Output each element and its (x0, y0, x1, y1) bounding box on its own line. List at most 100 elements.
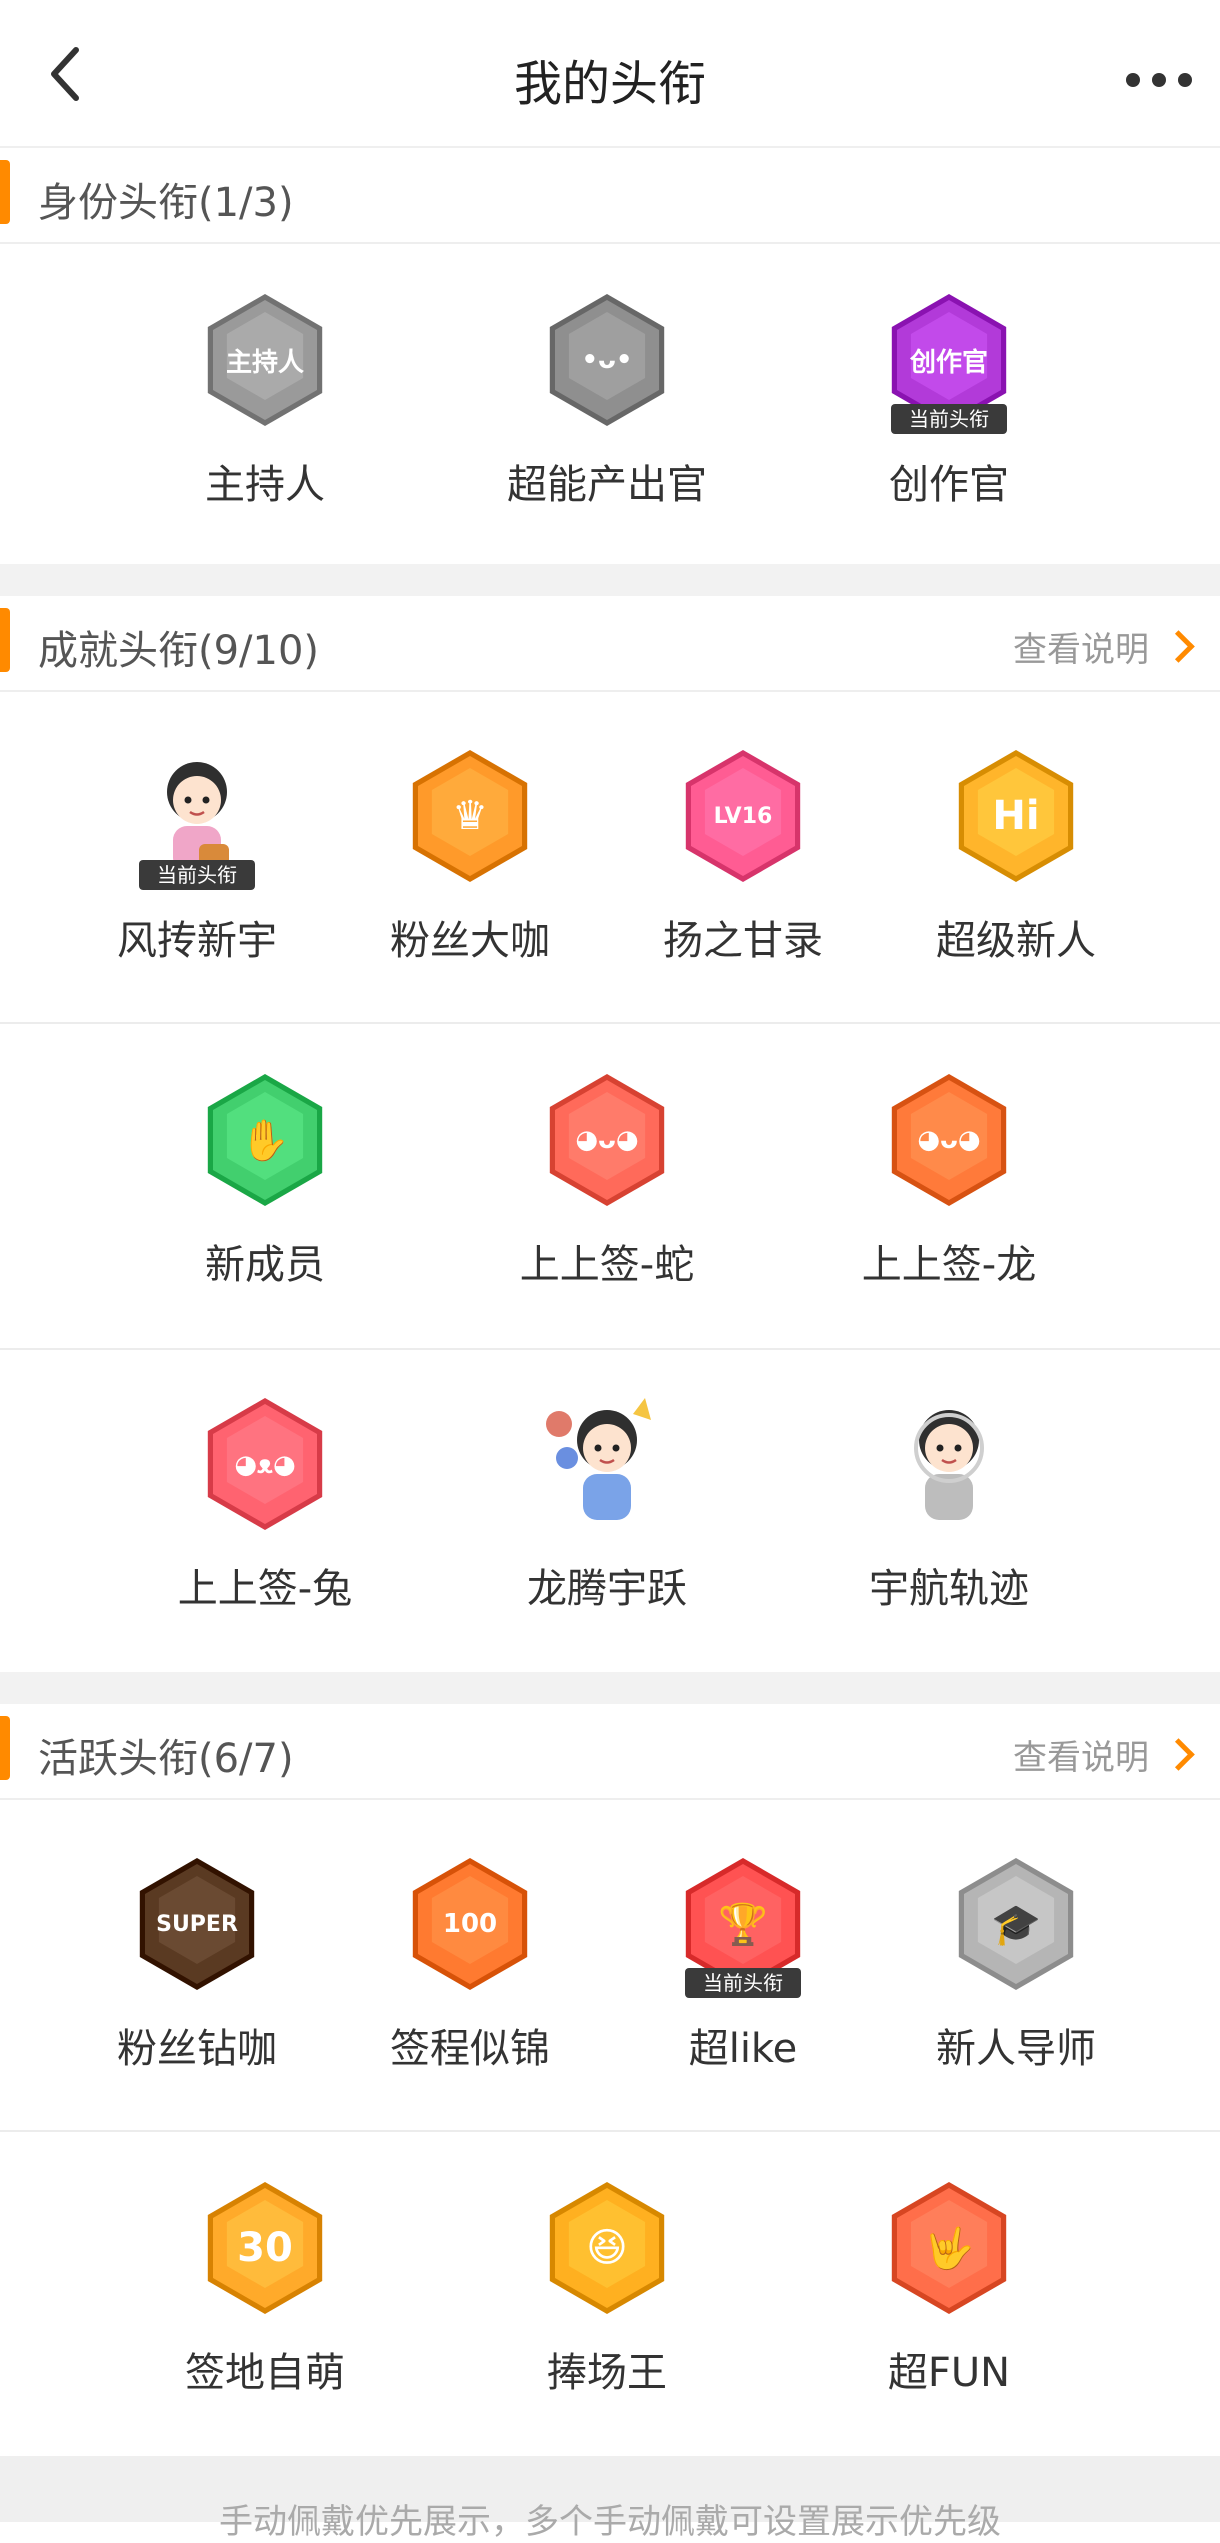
badge-glyph: Hi (992, 793, 1040, 839)
badge-glyph: ♛ (452, 793, 488, 839)
badge-glyph: 100 (442, 1909, 498, 1939)
title-badge-item[interactable]: Hi 超级新人 (896, 746, 1136, 966)
badge-glyph: 😆 (586, 2225, 628, 2271)
badge-glyph: •ᴗ• (581, 345, 633, 375)
title-badge-name: 风抟新宇 (117, 918, 277, 964)
title-badge-name: 新成员 (205, 1242, 325, 1288)
title-badge-name: 签程似锦 (390, 2026, 550, 2072)
title-badge-name: 新人导师 (936, 2026, 1096, 2072)
title-badge-name: 粉丝钻咖 (117, 2026, 277, 2072)
title-badge-name: 签地自萌 (185, 2350, 345, 2396)
title-badge-item[interactable]: 创作官 当前头衔创作官 (829, 290, 1069, 510)
chevron-right-icon (1162, 1738, 1195, 1771)
title-badge-item[interactable]: 龙腾宇跃 (487, 1394, 727, 1614)
creator-icon: 创作官 当前头衔 (879, 290, 1019, 434)
title-badge-item[interactable]: ◕ᴗ◕ 上上签-龙 (829, 1070, 1069, 1290)
badge-glyph: 主持人 (225, 347, 304, 378)
title-badge-item[interactable]: LV16 扬之甘录 (623, 746, 863, 966)
hand-icon: ✋ (195, 1070, 335, 1210)
badge-glyph: 🎓 (991, 1901, 1041, 1948)
title-badge-name: 龙腾宇跃 (527, 1566, 687, 1612)
title-badge-item[interactable]: 🤟 超FUN (829, 2178, 1069, 2398)
more-dot-icon (1126, 73, 1140, 87)
title-badge-name: 创作官 (889, 462, 1009, 508)
section-accent-bar (0, 608, 10, 672)
rock-hand-icon: 🤟 (879, 2178, 1019, 2318)
title-badge-item[interactable]: 宇航轨迹 (829, 1394, 1069, 1614)
title-badge-name: 上上签-蛇 (519, 1242, 695, 1288)
title-badge-name: 捧场王 (547, 2350, 667, 2396)
view-explanation-link[interactable]: 查看说明 (1013, 1730, 1196, 1779)
section-gap (0, 1672, 1220, 1704)
more-dot-icon (1178, 73, 1192, 87)
super-crown-icon: SUPER (127, 1854, 267, 1994)
title-badge-item[interactable]: 🎓 新人导师 (896, 1854, 1136, 2074)
rabbit-icon: ◕ᴥ◕ (195, 1394, 335, 1534)
birthday-boy-icon (537, 1394, 677, 1534)
section-header-activity: 活跃头衔(6/7) 查看说明 (0, 1704, 1220, 1800)
section-title: 成就头衔(9/10) (38, 628, 320, 674)
title-badge-name: 主持人 (205, 462, 325, 508)
trophy-icon: 🏆 当前头衔 (673, 1854, 813, 1998)
title-badge-name: 超FUN (887, 2350, 1011, 2396)
view-explanation-link[interactable]: 查看说明 (1013, 622, 1196, 671)
title-badge-item[interactable]: ◕ᴗ◕ 上上签-蛇 (487, 1070, 727, 1290)
title-badge-item[interactable]: 😆 捧场王 (487, 2178, 727, 2398)
title-badge-item[interactable]: ✋ 新成员 (145, 1070, 385, 1290)
footer-text: 手动佩戴优先展示，多个手动佩戴可设置展示优先级 (219, 2502, 1001, 2542)
row-divider (0, 1348, 1220, 1350)
astronaut-icon (879, 1394, 1019, 1534)
hi-icon: Hi (946, 746, 1086, 886)
title-badge-item[interactable]: ◕ᴥ◕ 上上签-兔 (145, 1394, 385, 1614)
footer-note: 手动佩戴优先展示，多个手动佩戴可设置展示优先级 (0, 2456, 1220, 2542)
badge-glyph: ◕ᴥ◕ (234, 1449, 296, 1480)
badge-glyph: LV16 (713, 803, 773, 829)
title-badge-item[interactable]: •ᴗ• 超能产出官 (487, 290, 727, 510)
blob-icon: •ᴗ• (537, 290, 677, 430)
title-badge-name: 上上签-龙 (861, 1242, 1037, 1288)
title-badge-name: 宇航轨迹 (869, 1566, 1029, 1612)
badge-glyph: ✋ (240, 1117, 290, 1164)
title-badge-name: 超级新人 (936, 918, 1096, 964)
title-badge-item[interactable]: SUPER 粉丝钻咖 (77, 1854, 317, 2074)
section-title: 身份头衔(1/3) (38, 180, 294, 226)
title-badge-item[interactable]: 🏆 当前头衔超like (623, 1854, 863, 2074)
title-badge-item[interactable]: ♛ 粉丝大咖 (350, 746, 590, 966)
title-badge-item[interactable]: 100 签程似锦 (350, 1854, 590, 2074)
top-bar: 我的头衔 (0, 0, 1220, 148)
row-divider (0, 2130, 1220, 2132)
more-dot-icon (1152, 73, 1166, 87)
badge-glyph: SUPER (156, 1911, 238, 1937)
dragon-icon: ◕ᴗ◕ (879, 1070, 1019, 1210)
100-days-icon: 100 (400, 1854, 540, 1994)
view-explanation-label: 查看说明 (1013, 1738, 1149, 1778)
section-accent-bar (0, 1716, 10, 1780)
badge-glyph: ◕ᴗ◕ (917, 1125, 981, 1155)
title-badge-item[interactable]: 30 签地自萌 (145, 2178, 385, 2398)
badge-glyph: 🤟 (924, 2225, 974, 2272)
section-header-achievement: 成就头衔(9/10) 查看说明 (0, 596, 1220, 692)
badge-glyph: 30 (237, 2225, 293, 2271)
crown-icon: ♛ (400, 746, 540, 886)
section-header-identity: 身份头衔(1/3) (0, 148, 1220, 244)
chevron-right-icon (1162, 630, 1195, 663)
title-badge-item[interactable]: 当前头衔 风抟新宇 (77, 746, 317, 966)
30-days-icon: 30 (195, 2178, 335, 2318)
title-badge-name: 粉丝大咖 (390, 918, 550, 964)
lv16-icon: LV16 (673, 746, 813, 886)
cheering-face-icon: 😆 (537, 2178, 677, 2318)
section-title: 活跃头衔(6/7) (38, 1736, 294, 1782)
view-explanation-label: 查看说明 (1013, 630, 1149, 670)
title-badge-name: 超like (688, 2026, 798, 2072)
current-title-tag: 当前头衔 (139, 860, 255, 890)
more-options-button[interactable] (1092, 40, 1192, 120)
snake-icon: ◕ᴗ◕ (537, 1070, 677, 1210)
graduation-cap-icon: 🎓 (946, 1854, 1086, 1994)
section-gap (0, 564, 1220, 596)
title-badge-item[interactable]: 主持人 主持人 (145, 290, 385, 510)
title-badge-name: 超能产出官 (507, 462, 707, 508)
current-title-tag: 当前头衔 (685, 1968, 801, 1998)
avatar-boy-icon: 当前头衔 (127, 746, 267, 890)
title-badge-name: 上上签-兔 (177, 1566, 353, 1612)
microphone-icon: 主持人 (195, 290, 335, 430)
